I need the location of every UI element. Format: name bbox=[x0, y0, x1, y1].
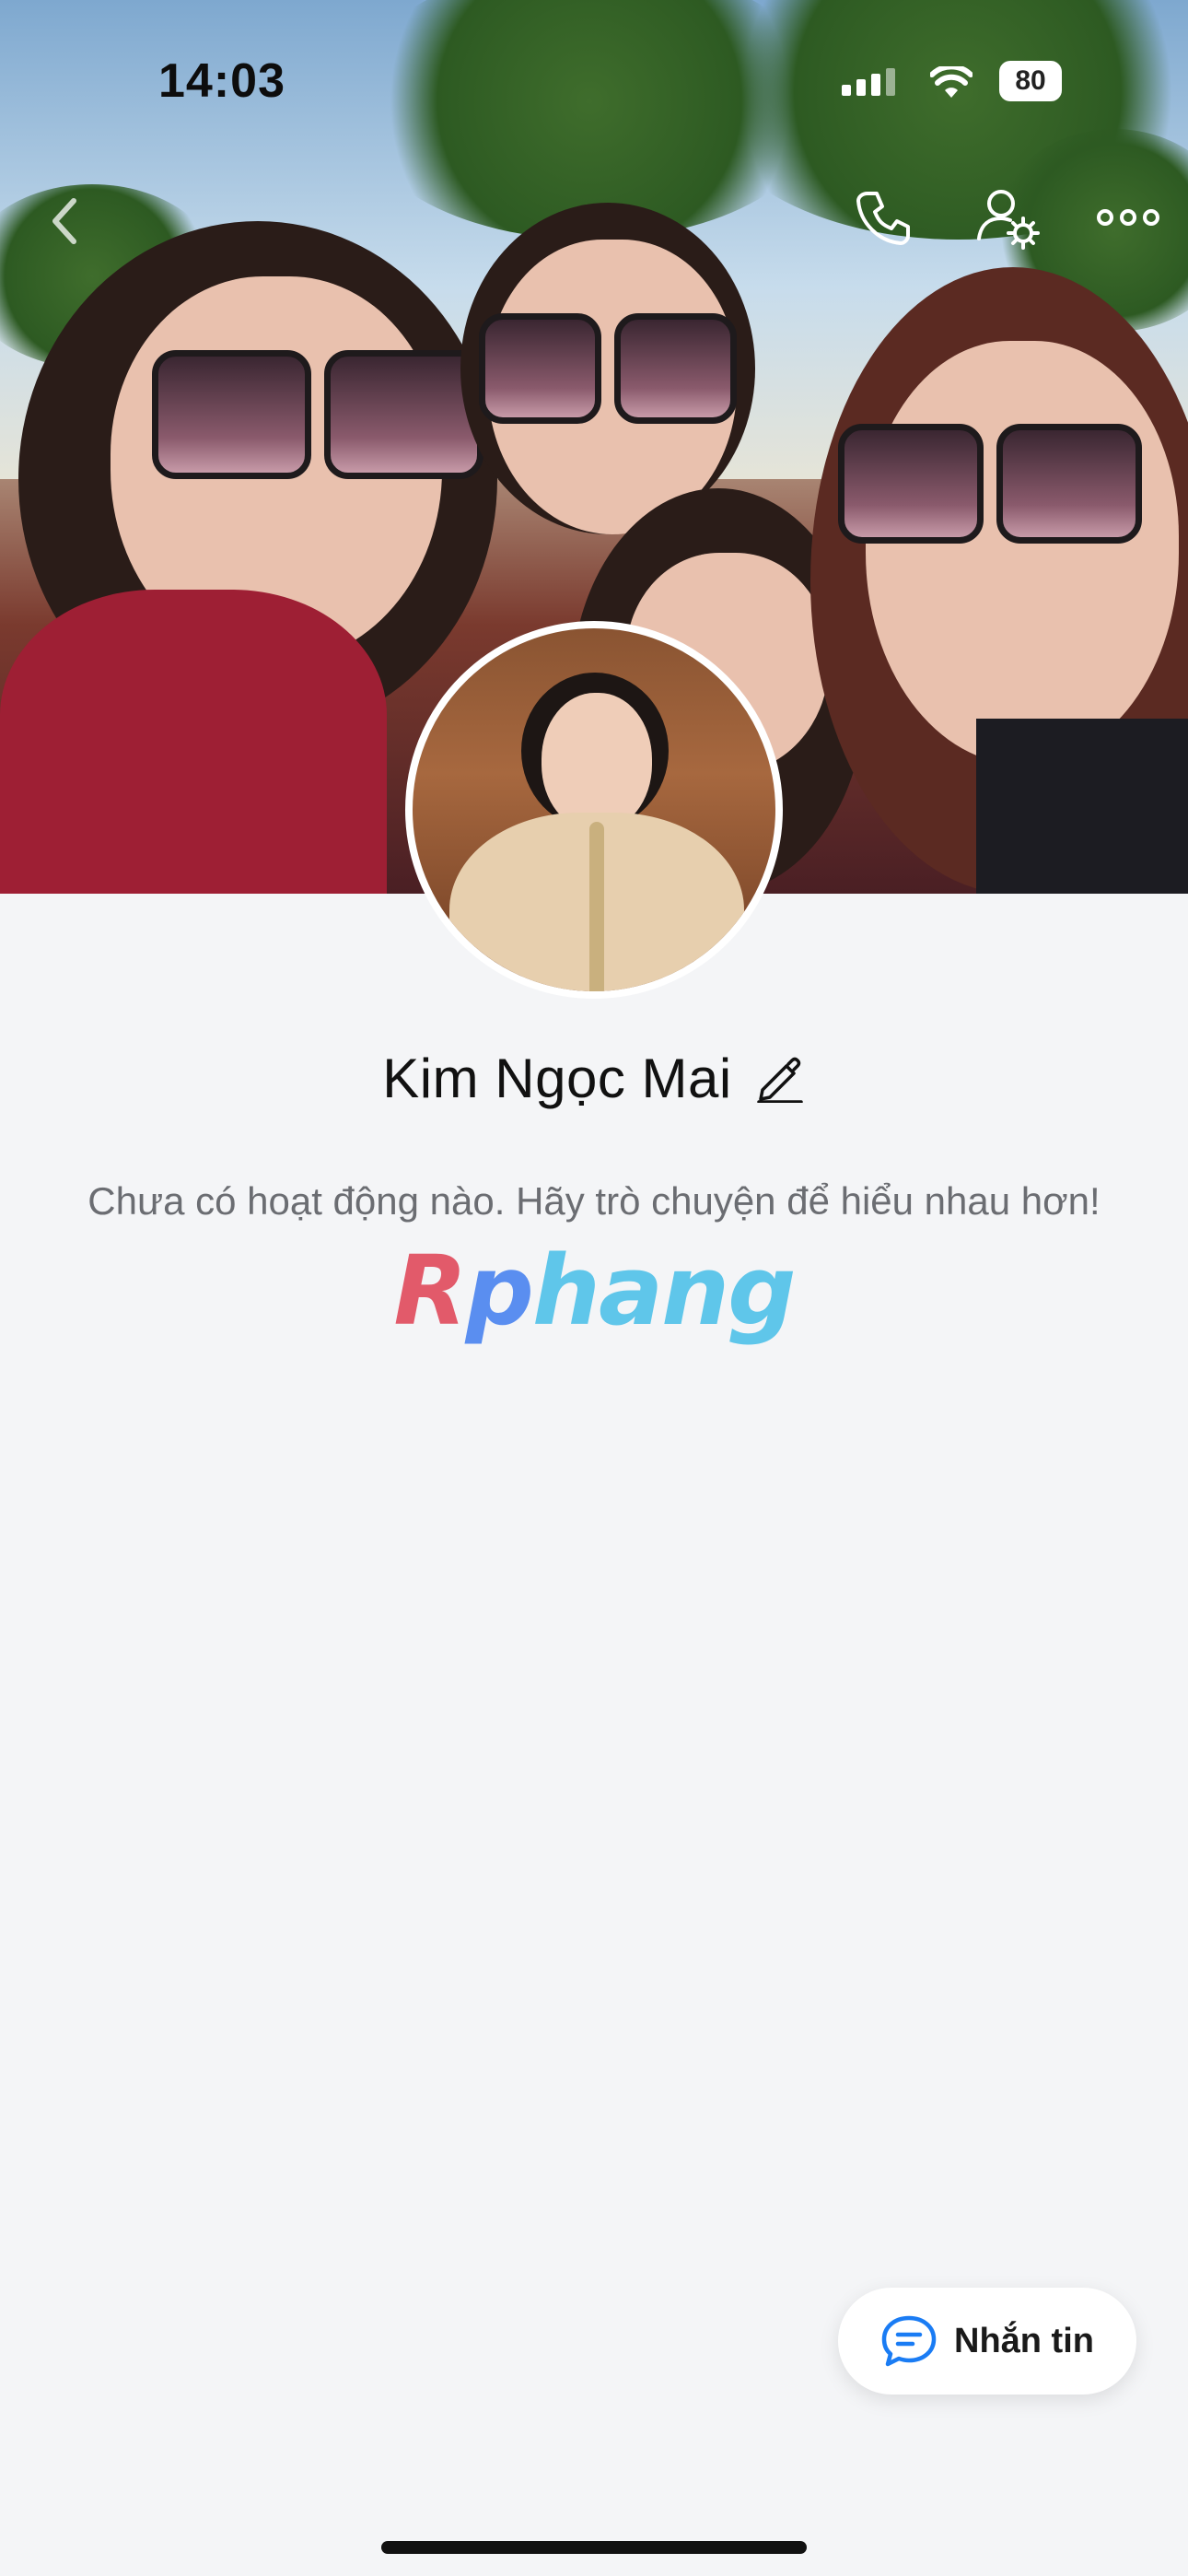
status-time: 14:03 bbox=[158, 54, 285, 108]
cellular-signal-icon bbox=[842, 68, 895, 96]
empty-activity-message: Chưa có hoạt động nào. Hãy trò chuyện để… bbox=[87, 1179, 1101, 1223]
watermark-part: hang bbox=[531, 1235, 797, 1347]
chat-bubble-icon bbox=[881, 2315, 937, 2367]
user-settings-button[interactable] bbox=[971, 181, 1044, 254]
message-button-label: Nhắn tin bbox=[954, 2321, 1094, 2360]
chevron-left-icon bbox=[52, 198, 76, 244]
profile-name-row: Kim Ngọc Mai bbox=[0, 1041, 1188, 1115]
person-face bbox=[866, 341, 1179, 765]
profile-avatar[interactable] bbox=[405, 621, 783, 999]
message-button[interactable]: Nhắn tin bbox=[838, 2288, 1136, 2395]
profile-name: Kim Ngọc Mai bbox=[382, 1047, 732, 1109]
person-shirt bbox=[0, 590, 387, 894]
call-button[interactable] bbox=[847, 181, 921, 254]
avatar-face bbox=[542, 693, 652, 831]
phone-icon bbox=[856, 192, 910, 245]
battery-level: 80 bbox=[1015, 65, 1046, 96]
pencil-icon[interactable] bbox=[754, 1052, 806, 1104]
back-button[interactable] bbox=[28, 184, 101, 258]
home-indicator[interactable] bbox=[381, 2541, 807, 2554]
user-settings-icon bbox=[977, 190, 1040, 250]
person-shirt bbox=[976, 719, 1188, 894]
more-horizontal-icon bbox=[1097, 209, 1159, 226]
watermark-part: p bbox=[465, 1235, 533, 1347]
sunglasses bbox=[479, 313, 737, 424]
sunglasses bbox=[838, 424, 1142, 544]
watermark-logo: Rphang bbox=[0, 1235, 1188, 1347]
watermark-part: R bbox=[393, 1235, 467, 1347]
avatar-necklace bbox=[589, 822, 604, 991]
sunglasses bbox=[152, 350, 483, 479]
wifi-icon bbox=[929, 64, 973, 100]
status-bar: 14:03 80 bbox=[0, 0, 1188, 147]
more-button[interactable] bbox=[1087, 181, 1170, 254]
battery-icon: 80 bbox=[999, 61, 1062, 101]
